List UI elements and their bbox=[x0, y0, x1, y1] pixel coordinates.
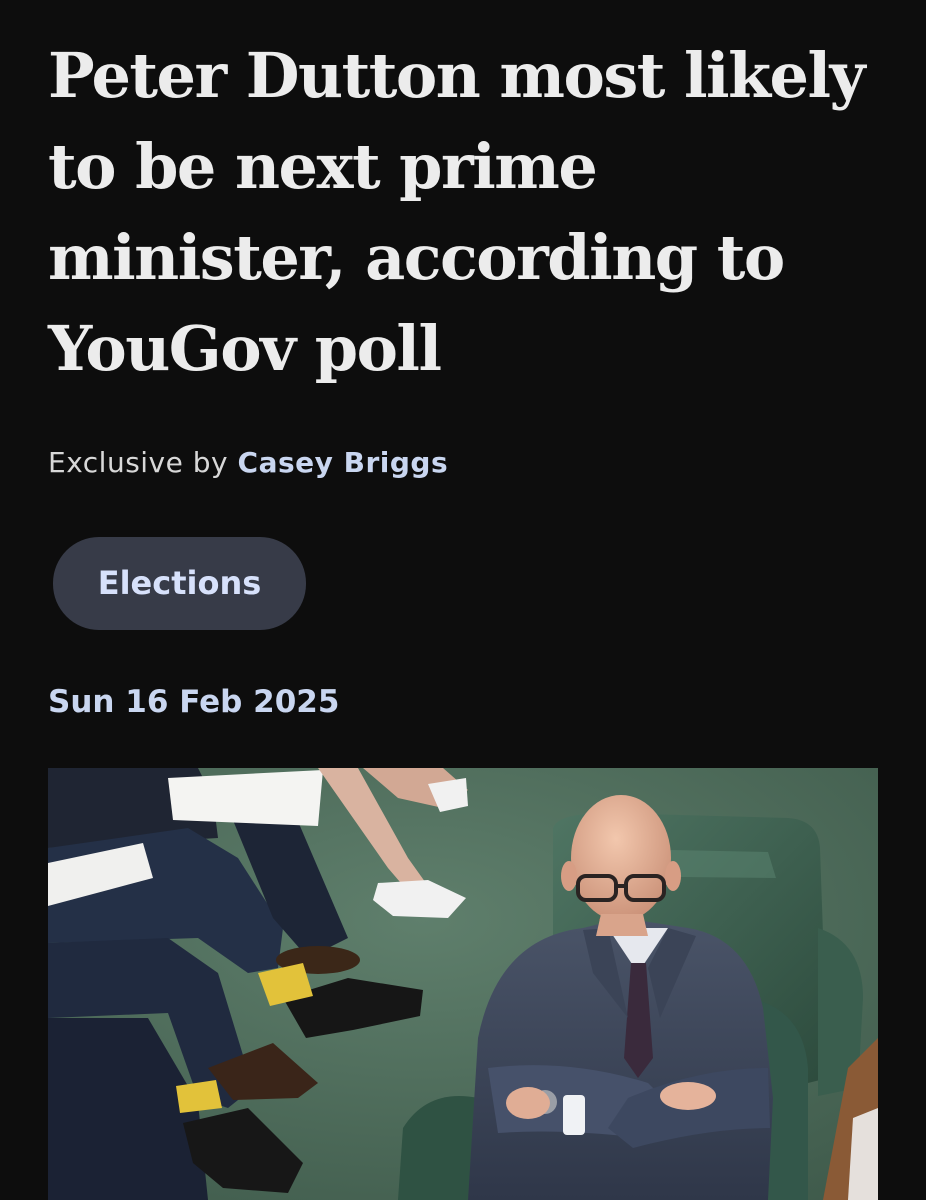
hero-image bbox=[48, 768, 878, 1200]
byline-prefix: Exclusive by bbox=[48, 446, 229, 479]
publish-date: Sun 16 Feb 2025 bbox=[48, 684, 340, 720]
article-headline: Peter Dutton most likely to be next prim… bbox=[48, 39, 866, 385]
hero-photo bbox=[48, 768, 878, 1200]
byline: Exclusive by Casey Briggs bbox=[48, 444, 448, 482]
tag-chip-elections[interactable]: Elections bbox=[53, 537, 306, 630]
author-link[interactable]: Casey Briggs bbox=[238, 446, 449, 479]
